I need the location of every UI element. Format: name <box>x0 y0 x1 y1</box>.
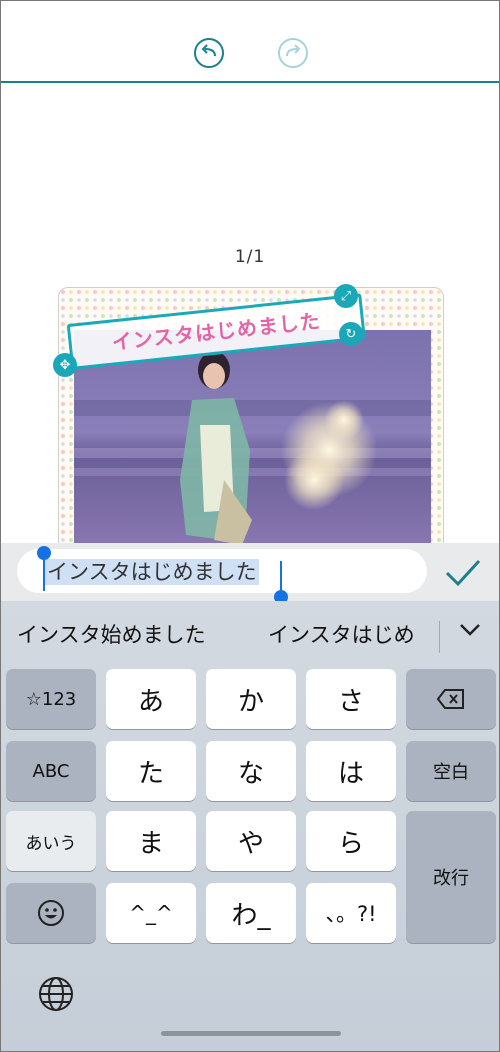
key-na[interactable]: な <box>206 741 296 801</box>
beach-photo <box>74 330 431 558</box>
key-ma[interactable]: ま <box>106 811 196 871</box>
undo-arrow-icon <box>194 38 224 68</box>
backspace-icon <box>436 689 464 709</box>
space-key[interactable]: 空白 <box>406 741 496 801</box>
abc-key[interactable]: ABC <box>6 741 96 801</box>
redo-button[interactable] <box>277 37 309 69</box>
numbers-key[interactable]: ☆123 <box>6 669 96 729</box>
emoji-icon <box>38 900 64 926</box>
candidate-1[interactable]: インスタ始めました <box>17 619 206 649</box>
rotate-handle[interactable]: ↻ <box>339 322 363 346</box>
resize-handle[interactable]: ⤢ <box>334 284 358 308</box>
top-toolbar <box>1 1 499 83</box>
move-arrows-icon: ✥ <box>59 357 71 373</box>
key-ya[interactable]: や <box>206 811 296 871</box>
kana-key[interactable]: あいう <box>6 811 96 871</box>
key-ha[interactable]: は <box>306 741 396 801</box>
key-wa[interactable]: わ_ <box>206 883 296 943</box>
checkmark-icon <box>445 559 481 587</box>
key-ka[interactable]: か <box>206 669 296 729</box>
confirm-button[interactable] <box>441 553 485 593</box>
globe-button[interactable] <box>37 975 75 1013</box>
emoji-key[interactable] <box>6 883 96 943</box>
key-sa[interactable]: さ <box>306 669 396 729</box>
rotate-icon: ↻ <box>345 326 357 342</box>
chevron-down-icon <box>460 624 480 636</box>
home-indicator <box>161 1031 341 1036</box>
candidate-divider <box>439 621 440 653</box>
text-sticker[interactable]: インスタはじめました <box>58 269 366 370</box>
globe-icon <box>39 977 73 1011</box>
redo-arrow-icon <box>278 38 308 68</box>
input-value: インスタはじめました <box>45 559 259 585</box>
app-frame: 1/1 インスタはじめました ⤢ ↻ ✥ インスタはじめました インスタ始めまし… <box>0 0 500 1052</box>
candidate-bar: インスタ始めました インスタはじめ <box>1 601 499 663</box>
undo-button[interactable] <box>193 37 225 69</box>
expand-arrows-icon: ⤢ <box>340 288 352 304</box>
page-indicator: 1/1 <box>234 247 266 267</box>
key-ra[interactable]: ら <box>306 811 396 871</box>
delete-key[interactable] <box>406 669 496 729</box>
selection-start-knob[interactable] <box>37 546 51 560</box>
return-key[interactable]: 改行 <box>406 811 496 943</box>
candidate-2[interactable]: インスタはじめ <box>268 619 438 649</box>
text-input-bar: インスタはじめました <box>1 543 499 601</box>
text-input[interactable]: インスタはじめました <box>17 549 427 593</box>
move-handle[interactable]: ✥ <box>53 353 77 377</box>
keyboard: インスタ始めました インスタはじめ ☆123 あ か さ ABC た な は 空… <box>1 601 499 1051</box>
punctuation-key[interactable]: 、。?! <box>306 883 396 943</box>
photo[interactable] <box>74 330 431 558</box>
key-ta[interactable]: た <box>106 741 196 801</box>
kaomoji-key[interactable]: ^_^ <box>106 883 196 943</box>
expand-candidates-button[interactable] <box>457 619 483 641</box>
key-a[interactable]: あ <box>106 669 196 729</box>
